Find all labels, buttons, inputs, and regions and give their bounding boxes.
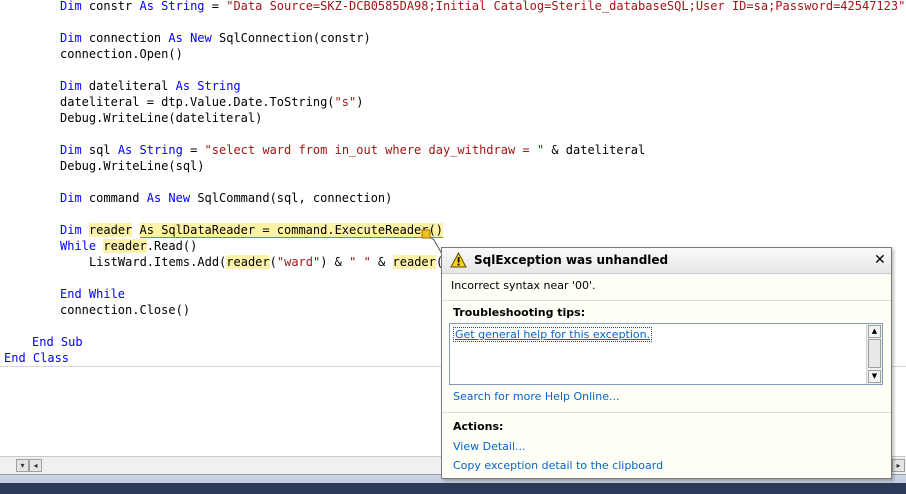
- copy-exception-detail-link[interactable]: Copy exception detail to the clipboard: [453, 459, 663, 472]
- code-line: Dim connection As New SqlConnection(cons…: [60, 31, 371, 45]
- exception-title: SqlException was unhandled: [474, 253, 669, 267]
- divider: [442, 300, 891, 301]
- scroll-right-icon[interactable]: ▸: [892, 459, 905, 472]
- code-line: Debug.WriteLine(sql): [60, 159, 205, 173]
- code-line: End Class: [4, 351, 70, 365]
- code-line: Dim dateliteral As String: [60, 79, 241, 93]
- search-help-online-link[interactable]: Search for more Help Online...: [453, 390, 619, 403]
- exception-assistant-popup: SqlException was unhandled ✕ Incorrect s…: [441, 247, 892, 479]
- warning-icon: [450, 252, 467, 268]
- code-line: Dim sql As String = "select ward from in…: [60, 143, 646, 157]
- tips-scrollbar[interactable]: ▲ ▼: [866, 324, 882, 384]
- code-line: End While: [60, 287, 126, 301]
- close-icon[interactable]: ✕: [874, 252, 886, 268]
- code-line: connection.Open(): [60, 47, 183, 61]
- dropdown-arrow-icon[interactable]: ▾: [16, 459, 29, 472]
- code-line-current-statement: Dim reader As SqlDataReader = command.Ex…: [60, 223, 443, 238]
- scroll-thumb[interactable]: [868, 339, 881, 368]
- scroll-left-icon[interactable]: ◂: [29, 459, 42, 472]
- code-line: While reader.Read(): [60, 239, 198, 253]
- view-detail-link[interactable]: View Detail...: [453, 440, 526, 453]
- troubleshooting-tips-list[interactable]: Get general help for this exception. ▲ ▼: [449, 323, 883, 385]
- code-line: Dim constr As String = "Data Source=SKZ-…: [60, 0, 906, 13]
- code-line: Debug.WriteLine(dateliteral): [60, 111, 263, 125]
- exception-message: Incorrect syntax near '00'.: [451, 279, 596, 292]
- troubleshooting-header: Troubleshooting tips:: [453, 306, 586, 319]
- tip-link[interactable]: Get general help for this exception.: [453, 327, 653, 342]
- code-line: connection.Close(): [60, 303, 191, 317]
- code-line: Dim command As New SqlCommand(sql, conne…: [60, 191, 393, 205]
- code-line: ListWard.Items.Add(reader("ward") & " " …: [89, 255, 450, 269]
- scroll-down-icon[interactable]: ▼: [868, 370, 881, 383]
- code-line: dateliteral = dtp.Value.Date.ToString("s…: [60, 95, 364, 109]
- code-line: End Sub: [32, 335, 83, 349]
- divider: [442, 412, 891, 413]
- popup-title-bar: SqlException was unhandled ✕: [442, 248, 891, 274]
- scroll-up-icon[interactable]: ▲: [868, 325, 881, 338]
- actions-header: Actions:: [453, 420, 504, 433]
